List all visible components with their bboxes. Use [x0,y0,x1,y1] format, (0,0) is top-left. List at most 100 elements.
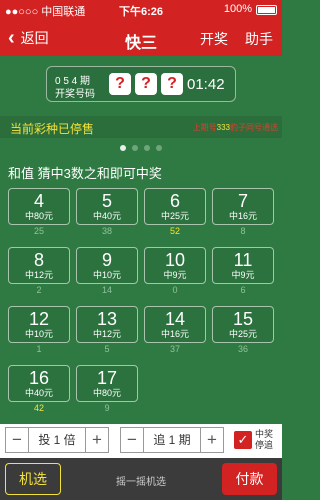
stop-sale-text: 当前彩种已停售 [10,122,95,136]
countdown-timer: 01:42 [187,76,225,93]
play-rule: 和值 猜中3数之和即可中奖 [8,166,162,181]
miss-count: 6 [240,285,246,295]
prize-amount: 中16元 [228,211,257,221]
sum-number: 17 [96,368,118,388]
prize-amount: 中9元 [231,270,255,280]
miss-count: 2 [36,285,42,295]
sum-option-button[interactable]: 17 中80元 [76,365,138,402]
sum-number-cell: 10 中9元 0 [144,247,206,296]
sum-number-cell: 12 中10元 1 [8,306,70,355]
miss-count: 25 [33,226,44,236]
sum-option-button[interactable]: 16 中40元 [8,365,70,402]
sum-option-button[interactable]: 6 中25元 [144,188,206,225]
sum-number: 13 [96,309,118,329]
chase-minus-button[interactable]: − [121,428,143,452]
sum-number: 10 [164,250,186,270]
page-dot[interactable] [120,145,126,151]
prize-amount: 中25元 [160,211,189,221]
sum-number-grid: 4 中80元 25 5 中40元 38 6 中25元 52 7 中16元 8 8 中12元 2 9 中10元 14… [8,188,276,414]
prize-amount: 中16元 [160,329,189,339]
miss-count: 8 [240,226,246,236]
issue-panel: 0 5 4 期 开奖号码 ? ? ? 01:42 [46,66,236,102]
sum-number-cell: 11 中9元 6 [212,247,274,296]
prize-amount: 中40元 [92,211,121,221]
stop-on-win-checkbox[interactable]: ✓ [234,431,252,449]
sum-option-button[interactable]: 4 中80元 [8,188,70,225]
sales-status-banner: 当前彩种已停售 上期号333豹子同号通选 [0,116,282,138]
sum-number-cell: 15 中25元 36 [212,306,274,355]
multiplier-minus-button[interactable]: − [6,428,28,452]
action-bar: 机选 摇一摇机选 付款 [0,458,282,500]
sum-option-button[interactable]: 5 中40元 [76,188,138,225]
chase-plus-button[interactable]: + [201,428,223,452]
random-pick-button[interactable]: 机选 [5,463,61,495]
page-dot[interactable] [144,145,150,151]
sum-number-cell: 17 中80元 9 [76,365,138,414]
sum-option-button[interactable]: 9 中10元 [76,247,138,284]
prize-amount: 中80元 [92,388,121,398]
page-indicator[interactable] [0,145,282,151]
sum-option-button[interactable]: 11 中9元 [212,247,274,284]
sum-number-cell: 5 中40元 38 [76,188,138,237]
sum-option-button[interactable]: 14 中16元 [144,306,206,343]
sum-number-cell: 13 中12元 5 [76,306,138,355]
miss-count: 36 [237,344,248,354]
miss-count: 52 [169,226,180,236]
sum-number: 5 [101,191,112,211]
sum-number: 16 [28,368,50,388]
sum-option-button[interactable]: 13 中12元 [76,306,138,343]
miss-count: 5 [104,344,110,354]
miss-count: 38 [101,226,112,236]
back-button[interactable]: ‹ 返回 [8,28,49,48]
prize-amount: 中10元 [24,329,53,339]
prize-amount: 中10元 [92,270,121,280]
battery-percent: 100% [223,3,252,15]
multiplier-stepper: − 投 1 倍 + [5,427,109,453]
pay-button[interactable]: 付款 [222,463,277,495]
prize-amount: 中40元 [24,388,53,398]
page-dot[interactable] [132,145,138,151]
draw-ball-1: ? [109,73,131,95]
sum-number: 4 [33,191,44,211]
draw-ball-2: ? [135,73,157,95]
sum-number: 6 [169,191,180,211]
sum-option-button[interactable]: 7 中16元 [212,188,274,225]
sum-number-cell: 7 中16元 8 [212,188,274,237]
sum-number-cell: 6 中25元 52 [144,188,206,237]
sum-number: 15 [232,309,254,329]
multiplier-value[interactable]: 投 1 倍 [28,428,86,452]
prize-amount: 中12元 [92,329,121,339]
miss-count: 1 [36,344,42,354]
sum-number: 9 [101,250,112,270]
marquee-text: 上期号333豹子同号通选 [192,123,278,132]
sum-number: 12 [28,309,50,329]
back-label: 返回 [20,30,49,46]
prize-amount: 中25元 [228,329,257,339]
issue-label: 开奖号码 [55,89,95,100]
miss-count: 14 [101,285,112,295]
miss-count: 37 [169,344,180,354]
sum-number: 7 [237,191,248,211]
miss-count: 42 [33,403,44,413]
multiplier-plus-button[interactable]: + [86,428,108,452]
chevron-left-icon: ‹ [8,27,15,49]
helper-button[interactable]: 助手 [245,29,273,49]
sum-number: 14 [164,309,186,329]
sum-option-button[interactable]: 10 中9元 [144,247,206,284]
chase-value[interactable]: 追 1 期 [143,428,201,452]
sum-number: 11 [233,250,253,270]
battery-icon [256,5,277,15]
nav-bar: ‹ 返回 快三 开奖 助手 [0,20,282,56]
page-dot[interactable] [156,145,162,151]
sum-number-cell: 9 中10元 14 [76,247,138,296]
sum-option-button[interactable]: 12 中10元 [8,306,70,343]
sum-option-button[interactable]: 15 中25元 [212,306,274,343]
sum-number-cell: 4 中80元 25 [8,188,70,237]
prize-amount: 中9元 [163,270,187,280]
prize-amount: 中12元 [24,270,53,280]
sum-option-button[interactable]: 8 中12元 [8,247,70,284]
prize-amount: 中80元 [24,211,53,221]
sum-number-cell: 16 中40元 42 [8,365,70,414]
status-bar: ●●○○○ 中国联通 下午6:26 100% [0,0,282,20]
draw-results-button[interactable]: 开奖 [200,29,228,49]
